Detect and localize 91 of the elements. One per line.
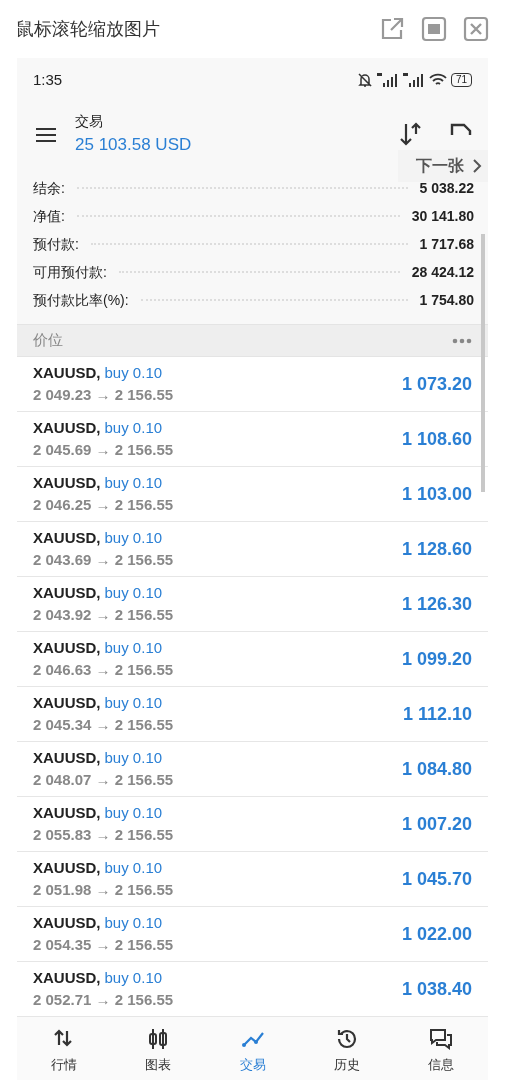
price-range-text: 2 046.63 → 2 156.55 xyxy=(33,660,174,680)
summary-label: 净值: xyxy=(33,206,65,226)
position-row[interactable]: XAUUSD, buy 0.10 2 045.69 → 2 156.55 1 108.60 xyxy=(17,412,488,467)
price-range-text: 2 051.98 → 2 156.55 xyxy=(33,880,174,900)
summary-label: 预付款: xyxy=(33,234,79,254)
close-button[interactable] xyxy=(463,16,489,42)
order-side-text: buy 0.10 xyxy=(104,802,163,823)
price-range-text: 2 043.69 → 2 156.55 xyxy=(33,550,174,570)
symbol-text: XAUUSD, xyxy=(33,912,101,933)
symbol-text: XAUUSD, xyxy=(33,967,101,988)
fullscreen-button[interactable] xyxy=(421,16,447,42)
summary-value: 1 754.80 xyxy=(419,290,474,310)
symbol-text: XAUUSD, xyxy=(33,747,101,768)
profit-value: 1 084.80 xyxy=(401,757,472,781)
position-row[interactable]: XAUUSD, buy 0.10 2 043.92 → 2 156.55 1 126.30 xyxy=(17,577,488,632)
symbol-text: XAUUSD, xyxy=(33,692,101,713)
page-title: 交易 xyxy=(75,111,104,131)
summary-value: 28 424.12 xyxy=(411,262,474,282)
battery-level: 71 xyxy=(450,73,472,87)
profit-value: 1 099.20 xyxy=(401,647,472,671)
order-side-text: buy 0.10 xyxy=(104,637,163,658)
order-side-text: buy 0.10 xyxy=(104,362,163,383)
price-range-text: 2 045.34 → 2 156.55 xyxy=(33,715,174,735)
position-row[interactable]: XAUUSD, buy 0.10 2 051.98 → 2 156.55 1 045.70 xyxy=(17,852,488,907)
symbol-text: XAUUSD, xyxy=(33,527,101,548)
position-row[interactable]: XAUUSD, buy 0.10 2 045.34 → 2 156.55 1 112.10 xyxy=(17,687,488,742)
position-row[interactable]: XAUUSD, buy 0.10 2 052.71 → 2 156.55 1 038.40 xyxy=(17,962,488,1017)
profit-value: 1 112.10 xyxy=(402,702,472,726)
price-range-text: 2 043.92 → 2 156.55 xyxy=(33,605,174,625)
profit-value: 1 128.60 xyxy=(401,537,472,561)
symbol-text: XAUUSD, xyxy=(33,472,101,493)
order-side-text: buy 0.10 xyxy=(104,472,163,493)
order-side-text: buy 0.10 xyxy=(104,417,163,438)
profit-value: 1 022.00 xyxy=(401,922,472,946)
wifi-icon xyxy=(428,73,447,87)
position-row[interactable]: XAUUSD, buy 0.10 2 049.23 → 2 156.55 1 073.20 xyxy=(17,357,488,412)
symbol-text: XAUUSD, xyxy=(33,362,101,383)
order-side-text: buy 0.10 xyxy=(104,967,163,988)
muted-bell-icon xyxy=(356,72,373,88)
nav-tab[interactable]: 行情 xyxy=(17,1017,112,1080)
price-range-text: 2 045.69 → 2 156.55 xyxy=(33,440,174,460)
symbol-text: XAUUSD, xyxy=(33,417,101,438)
order-side-text: buy 0.10 xyxy=(104,857,163,878)
signal-icon xyxy=(376,73,399,87)
position-row[interactable]: XAUUSD, buy 0.10 2 043.69 → 2 156.55 1 128.60 xyxy=(17,522,488,577)
price-range-text: 2 052.71 → 2 156.55 xyxy=(33,990,174,1010)
nav-tab[interactable]: 交易 xyxy=(205,1017,300,1080)
price-range-text: 2 054.35 → 2 156.55 xyxy=(33,935,174,955)
position-row[interactable]: XAUUSD, buy 0.10 2 046.63 → 2 156.55 1 099.20 xyxy=(17,632,488,687)
price-range-text: 2 055.83 → 2 156.55 xyxy=(33,825,174,845)
section-title: 价位 xyxy=(33,330,63,351)
profit-value: 1 126.30 xyxy=(401,592,472,616)
position-row[interactable]: XAUUSD, buy 0.10 2 055.83 → 2 156.55 1 007.20 xyxy=(17,797,488,852)
profit-value: 1 103.00 xyxy=(401,482,472,506)
summary-label: 预付款比率(%): xyxy=(33,290,129,310)
order-side-text: buy 0.10 xyxy=(104,692,163,713)
signal-icon xyxy=(402,73,425,87)
order-side-text: buy 0.10 xyxy=(104,527,163,548)
profit-value: 1 045.70 xyxy=(401,867,472,891)
order-side-text: buy 0.10 xyxy=(104,582,163,603)
profit-value: 1 108.60 xyxy=(401,427,472,451)
order-side-text: buy 0.10 xyxy=(104,912,163,933)
chevron-right-icon xyxy=(472,158,482,174)
clock-time: 1:35 xyxy=(33,69,63,90)
symbol-text: XAUUSD, xyxy=(33,802,101,823)
symbol-text: XAUUSD, xyxy=(33,637,101,658)
symbol-text: XAUUSD, xyxy=(33,582,101,603)
summary-value: 30 141.80 xyxy=(411,206,474,226)
price-range-text: 2 046.25 → 2 156.55 xyxy=(33,495,174,515)
nav-tab[interactable]: 信息 xyxy=(393,1017,488,1080)
summary-value: 1 717.68 xyxy=(419,234,474,254)
more-button[interactable] xyxy=(452,337,472,344)
summary-label: 可用预付款: xyxy=(33,262,107,282)
nav-tab[interactable]: 图表 xyxy=(111,1017,206,1080)
profit-value: 1 007.20 xyxy=(401,812,472,836)
profit-value: 1 038.40 xyxy=(401,977,472,1001)
open-external-button[interactable] xyxy=(379,16,405,42)
nav-tab[interactable]: 历史 xyxy=(299,1017,394,1080)
symbol-text: XAUUSD, xyxy=(33,857,101,878)
profit-value: 1 073.20 xyxy=(401,372,472,396)
chat-bubbles-icon xyxy=(428,1027,453,1051)
price-range-text: 2 048.07 → 2 156.55 xyxy=(33,770,174,790)
position-row[interactable]: XAUUSD, buy 0.10 2 046.25 → 2 156.55 1 103.00 xyxy=(17,467,488,522)
balance-amount: 25 103.58 USD xyxy=(75,133,193,156)
position-row[interactable]: XAUUSD, buy 0.10 2 054.35 → 2 156.55 1 022.00 xyxy=(17,907,488,962)
next-image-button[interactable]: 下一张 xyxy=(398,150,488,182)
summary-label: 结余: xyxy=(33,178,65,198)
window-title: 鼠标滚轮缩放图片 xyxy=(16,17,160,41)
price-range-text: 2 049.23 → 2 156.55 xyxy=(33,385,174,405)
order-side-text: buy 0.10 xyxy=(104,747,163,768)
position-row[interactable]: XAUUSD, buy 0.10 2 048.07 → 2 156.55 1 084.80 xyxy=(17,742,488,797)
